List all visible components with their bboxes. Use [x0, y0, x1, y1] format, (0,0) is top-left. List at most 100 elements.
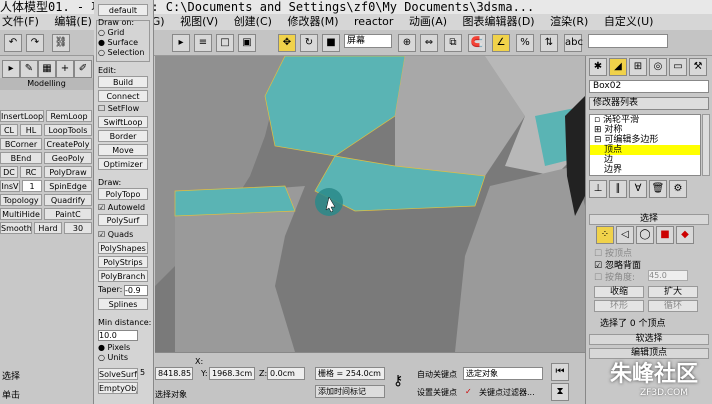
stack-scrollbar[interactable]: [702, 114, 710, 176]
spinner-snap-icon[interactable]: ⇅: [540, 34, 558, 52]
menu-customize[interactable]: 自定义(U): [604, 15, 654, 28]
rc-button[interactable]: RC: [20, 166, 42, 178]
edge-mode-icon[interactable]: ◁: [616, 226, 634, 244]
snap-icon[interactable]: 🧲: [468, 34, 486, 52]
border-button[interactable]: Border: [98, 130, 148, 142]
polytopo-button[interactable]: PolyTopo: [98, 188, 148, 200]
setflow-checkbox[interactable]: ☐ SetFlow: [98, 104, 139, 113]
grow-button[interactable]: 扩大: [648, 286, 698, 298]
loop-button[interactable]: 循环: [648, 300, 698, 312]
modify-tab-icon[interactable]: ◢: [609, 58, 627, 76]
insv-count-field[interactable]: 1: [22, 180, 42, 192]
percent-snap-icon[interactable]: %: [516, 34, 534, 52]
insv-button[interactable]: InsV: [0, 180, 20, 192]
build-button[interactable]: Build: [98, 76, 148, 88]
polyshapes-button[interactable]: PolyShapes: [98, 242, 148, 254]
min-distance-field[interactable]: 10.0: [98, 330, 138, 341]
select-icon[interactable]: ▸: [172, 34, 190, 52]
units-radio[interactable]: ○ Units: [98, 353, 128, 362]
pixels-radio[interactable]: ● Pixels: [98, 343, 130, 352]
menu-views[interactable]: 视图(V): [180, 15, 218, 28]
optimizer-button[interactable]: Optimizer: [98, 158, 148, 170]
spinedge-button[interactable]: SpinEdge: [44, 180, 92, 192]
soft-selection-rollout-header[interactable]: 软选择: [589, 334, 709, 345]
key-selection-dropdown[interactable]: 选定对象: [463, 367, 543, 380]
display-tab-icon[interactable]: ▭: [669, 58, 687, 76]
pivot-icon[interactable]: ⊕: [398, 34, 416, 52]
menu-edit[interactable]: 编辑(E): [54, 15, 92, 28]
grid-icon[interactable]: ▦: [38, 60, 56, 78]
taper-field[interactable]: -0.9: [124, 285, 148, 296]
ring-button[interactable]: 环形: [594, 300, 644, 312]
menu-file[interactable]: 文件(F): [2, 15, 39, 28]
stack-item-symmetry[interactable]: ⊞ 对称: [590, 125, 700, 135]
undo-icon[interactable]: ↶: [4, 34, 22, 52]
default-button[interactable]: default: [98, 4, 148, 16]
swiftloop-button[interactable]: SwiftLoop: [98, 116, 148, 128]
edit-icon[interactable]: ✐: [74, 60, 92, 78]
polybranch-button[interactable]: PolyBranch: [98, 270, 148, 282]
paint-icon[interactable]: ✎: [20, 60, 38, 78]
named-selection-icon[interactable]: abc: [564, 34, 583, 52]
rect-select-icon[interactable]: □: [216, 34, 234, 52]
menu-create[interactable]: 创建(C): [234, 15, 272, 28]
align-icon[interactable]: ⧉: [444, 34, 462, 52]
vertex-mode-icon[interactable]: ⁘: [596, 226, 614, 244]
autoweld-checkbox[interactable]: ☑ Autoweld: [98, 203, 145, 212]
stack-item-turbosmooth[interactable]: ▫ 涡轮平滑: [590, 115, 700, 125]
hierarchy-tab-icon[interactable]: ⊞: [629, 58, 647, 76]
quads-checkbox[interactable]: ☑ Quads: [98, 230, 133, 239]
modifier-stack[interactable]: ▫ 涡轮平滑 ⊞ 对称 ⊟ 可编辑多边形 顶点 边 边界: [589, 114, 701, 176]
make-unique-icon[interactable]: ∀: [629, 180, 647, 198]
hard-button[interactable]: Hard: [34, 222, 62, 234]
show-end-result-icon[interactable]: ∥: [609, 180, 627, 198]
dc-button[interactable]: DC: [0, 166, 18, 178]
remloop-button[interactable]: RemLoop: [46, 110, 92, 122]
menu-reactor[interactable]: reactor: [354, 15, 393, 28]
create-tab-icon[interactable]: ✱: [589, 58, 607, 76]
time-config-icon[interactable]: ⧗: [551, 383, 569, 401]
element-mode-icon[interactable]: ◆: [676, 226, 694, 244]
key-filter-icon[interactable]: ✓: [465, 387, 472, 396]
select-arrow-icon[interactable]: ▸: [2, 60, 20, 78]
add-time-tag-button[interactable]: 添加时间标记: [315, 385, 385, 398]
multihide-button[interactable]: MultiHide: [0, 208, 42, 220]
draw-on-grid-radio[interactable]: ○ Grid: [98, 28, 124, 37]
angle-field[interactable]: 45.0: [648, 270, 688, 281]
cl-button[interactable]: CL: [0, 124, 18, 136]
utilities-tab-icon[interactable]: ⚒: [689, 58, 707, 76]
rotate-icon[interactable]: ↻: [300, 34, 318, 52]
draw-on-surface-radio[interactable]: ● Surface: [98, 38, 138, 47]
createpoly-button[interactable]: CreatePoly: [44, 138, 92, 150]
object-name-field[interactable]: Box02: [589, 80, 709, 93]
menu-rendering[interactable]: 渲染(R): [550, 15, 588, 28]
looptools-button[interactable]: LoopTools: [44, 124, 92, 136]
bcorner-button[interactable]: BCorner: [0, 138, 42, 150]
topology-button[interactable]: Topology: [0, 194, 42, 206]
mirror-icon[interactable]: ⇔: [420, 34, 438, 52]
draw-on-selection-radio[interactable]: ○ Selection: [98, 48, 144, 57]
connect-button[interactable]: Connect: [98, 90, 148, 102]
emptyobj-button[interactable]: EmptyObj: [98, 382, 138, 394]
shrink-button[interactable]: 收缩: [594, 286, 644, 298]
remove-modifier-icon[interactable]: 🗑: [649, 180, 667, 198]
smooth-button[interactable]: Smooth: [0, 222, 32, 234]
polystrips-button[interactable]: PolyStrips: [98, 256, 148, 268]
move-icon[interactable]: ✥: [278, 34, 296, 52]
splines-button[interactable]: Splines: [98, 298, 148, 310]
x-coordinate-field[interactable]: 8418.85: [155, 367, 193, 380]
motion-tab-icon[interactable]: ◎: [649, 58, 667, 76]
menu-graph-editors[interactable]: 图表编辑器(D): [463, 15, 535, 28]
polydraw-button[interactable]: PolyDraw: [44, 166, 92, 178]
stack-item-border[interactable]: 边界: [590, 165, 700, 175]
polygon-mode-icon[interactable]: ■: [656, 226, 674, 244]
hl-button[interactable]: HL: [20, 124, 42, 136]
select-link-icon[interactable]: ⛓: [52, 34, 70, 52]
geopoly-button[interactable]: GeoPoly: [44, 152, 92, 164]
y-coordinate-field[interactable]: 1968.3cm: [209, 367, 255, 380]
z-coordinate-field[interactable]: 0.0cm: [267, 367, 305, 380]
modifier-list-dropdown[interactable]: 修改器列表: [589, 97, 709, 110]
solvesurf-button[interactable]: SolveSurf: [98, 368, 138, 380]
go-to-start-icon[interactable]: ⏮: [551, 363, 569, 381]
quadrify-button[interactable]: Quadrify: [44, 194, 92, 206]
